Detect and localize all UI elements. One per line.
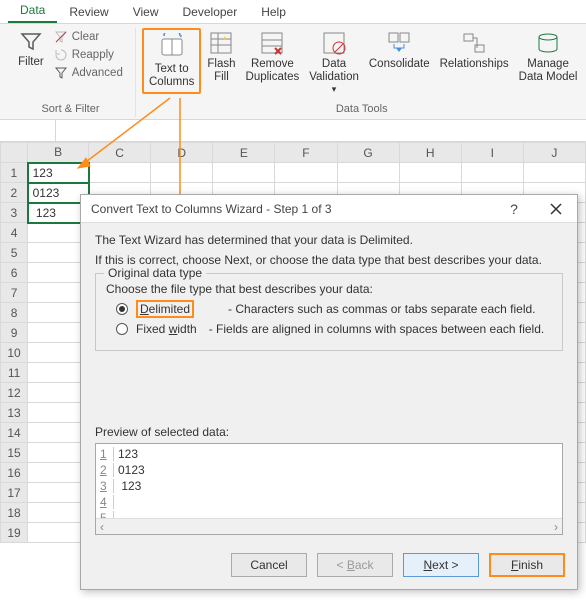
row-header[interactable]: 2 bbox=[1, 183, 28, 203]
row-header[interactable]: 17 bbox=[1, 483, 28, 503]
col-header-d[interactable]: D bbox=[151, 143, 213, 163]
row-header[interactable]: 19 bbox=[1, 523, 28, 543]
row-header[interactable]: 12 bbox=[1, 383, 28, 403]
clear-icon bbox=[54, 30, 68, 44]
original-data-type-group: Original data type Choose the file type … bbox=[95, 273, 563, 351]
col-header-i[interactable]: I bbox=[461, 143, 523, 163]
funnel-icon bbox=[19, 30, 43, 54]
remove-duplicates-icon bbox=[259, 30, 285, 56]
cancel-button[interactable]: Cancel bbox=[231, 553, 307, 577]
data-validation-icon bbox=[321, 30, 347, 56]
help-button[interactable]: ? bbox=[493, 195, 535, 223]
row-header[interactable]: 13 bbox=[1, 403, 28, 423]
col-header-b[interactable]: B bbox=[28, 143, 89, 163]
row-header[interactable]: 8 bbox=[1, 303, 28, 323]
row-header[interactable]: 10 bbox=[1, 343, 28, 363]
choose-prompt: Choose the file type that best describes… bbox=[106, 282, 552, 296]
row-header[interactable]: 11 bbox=[1, 363, 28, 383]
preview-row: 3 123 bbox=[100, 478, 558, 494]
row-header[interactable]: 3 bbox=[1, 203, 28, 223]
group-label-sort-filter: Sort & Filter bbox=[41, 103, 99, 117]
close-button[interactable] bbox=[535, 195, 577, 223]
preview-row: 4 bbox=[100, 494, 558, 510]
row-header[interactable]: 16 bbox=[1, 463, 28, 483]
group-sort-filter: Filter Clear Reapply Advanced Sort & Fil… bbox=[6, 28, 136, 117]
clear-button[interactable]: Clear bbox=[50, 28, 127, 46]
dialog-titlebar[interactable]: Convert Text to Columns Wizard - Step 1 … bbox=[81, 195, 577, 223]
dialog-intro2: If this is correct, choose Next, or choo… bbox=[95, 253, 563, 267]
reapply-icon bbox=[54, 48, 68, 62]
remove-duplicates-button[interactable]: Remove Duplicates bbox=[242, 28, 304, 86]
row-header[interactable]: 9 bbox=[1, 323, 28, 343]
group-label-data-tools: Data Tools bbox=[336, 103, 388, 117]
relationships-icon bbox=[461, 30, 487, 56]
row-header[interactable]: 1 bbox=[1, 163, 28, 183]
radio-fixed-width[interactable] bbox=[116, 323, 128, 335]
advanced-button[interactable]: Advanced bbox=[50, 64, 127, 82]
advanced-icon bbox=[54, 66, 68, 80]
relationships-button[interactable]: Relationships bbox=[436, 28, 513, 73]
col-header-e[interactable]: E bbox=[213, 143, 275, 163]
flash-fill-button[interactable]: Flash Fill bbox=[203, 28, 239, 86]
preview-scrollbar[interactable]: ‹› bbox=[96, 518, 562, 534]
preview-label: Preview of selected data: bbox=[95, 425, 563, 439]
tab-view[interactable]: View bbox=[121, 1, 171, 23]
dialog-title: Convert Text to Columns Wizard - Step 1 … bbox=[91, 202, 493, 216]
radio-fixed-width-label[interactable]: Fixed width bbox=[136, 322, 197, 336]
reapply-button[interactable]: Reapply bbox=[50, 46, 127, 64]
data-validation-button[interactable]: Data Validation▾ bbox=[305, 28, 363, 97]
text-to-columns-label: Text to Columns bbox=[149, 63, 194, 89]
col-header-f[interactable]: F bbox=[275, 143, 337, 163]
col-header-h[interactable]: H bbox=[399, 143, 461, 163]
text-to-columns-highlight: Text to Columns bbox=[142, 28, 201, 94]
row-header[interactable]: 7 bbox=[1, 283, 28, 303]
preview-box: 1123 20123 3 123 4 5 ‹› bbox=[95, 443, 563, 535]
text-to-columns-wizard-dialog: Convert Text to Columns Wizard - Step 1 … bbox=[80, 194, 578, 590]
text-to-columns-icon bbox=[158, 33, 186, 61]
finish-button[interactable]: Finish bbox=[489, 553, 565, 577]
tab-help[interactable]: Help bbox=[249, 1, 298, 23]
cell-b1[interactable]: 123 bbox=[28, 163, 89, 183]
radio-delimited-label[interactable]: Delimited bbox=[136, 300, 194, 318]
data-model-icon bbox=[535, 30, 561, 56]
dialog-intro1: The Text Wizard has determined that your… bbox=[95, 233, 563, 247]
consolidate-button[interactable]: Consolidate bbox=[365, 28, 434, 73]
tab-developer[interactable]: Developer bbox=[171, 1, 250, 23]
radio-delimited-desc: - Characters such as commas or tabs sepa… bbox=[228, 302, 535, 316]
tab-data[interactable]: Data bbox=[8, 0, 57, 23]
next-button[interactable]: Next > bbox=[403, 553, 479, 577]
fieldset-legend: Original data type bbox=[104, 266, 206, 280]
consolidate-icon bbox=[386, 30, 412, 56]
col-header-j[interactable]: J bbox=[523, 143, 585, 163]
dialog-buttons: Cancel < Back Next > Finish bbox=[81, 545, 577, 589]
tab-review[interactable]: Review bbox=[57, 1, 120, 23]
back-button: < Back bbox=[317, 553, 393, 577]
ribbon: Filter Clear Reapply Advanced Sort & Fil… bbox=[0, 24, 586, 120]
scroll-right-icon[interactable]: › bbox=[554, 520, 558, 534]
col-header-g[interactable]: G bbox=[337, 143, 399, 163]
group-data-tools: Text to Columns Flash Fill Remove Duplic… bbox=[136, 28, 586, 117]
ribbon-tabs: Data Review View Developer Help bbox=[0, 0, 586, 24]
flash-fill-icon bbox=[208, 30, 234, 56]
row-header[interactable]: 6 bbox=[1, 263, 28, 283]
scroll-left-icon[interactable]: ‹ bbox=[100, 520, 104, 534]
preview-row: 1123 bbox=[100, 446, 558, 462]
row-header[interactable]: 5 bbox=[1, 243, 28, 263]
col-header-c[interactable]: C bbox=[89, 143, 151, 163]
preview-row: 20123 bbox=[100, 462, 558, 478]
name-box[interactable] bbox=[0, 120, 56, 141]
manage-data-model-button[interactable]: Manage Data Model bbox=[515, 28, 582, 86]
row-header[interactable]: 14 bbox=[1, 423, 28, 443]
close-icon bbox=[550, 203, 562, 215]
formula-bar bbox=[0, 120, 586, 142]
filter-button[interactable]: Filter bbox=[14, 28, 48, 71]
text-to-columns-button[interactable]: Text to Columns bbox=[145, 31, 198, 91]
row-header[interactable]: 18 bbox=[1, 503, 28, 523]
row-header[interactable]: 15 bbox=[1, 443, 28, 463]
row-header[interactable]: 4 bbox=[1, 223, 28, 243]
select-all-corner[interactable] bbox=[1, 143, 28, 163]
radio-fixed-width-desc: - Fields are aligned in columns with spa… bbox=[209, 322, 545, 336]
radio-delimited[interactable] bbox=[116, 303, 128, 315]
